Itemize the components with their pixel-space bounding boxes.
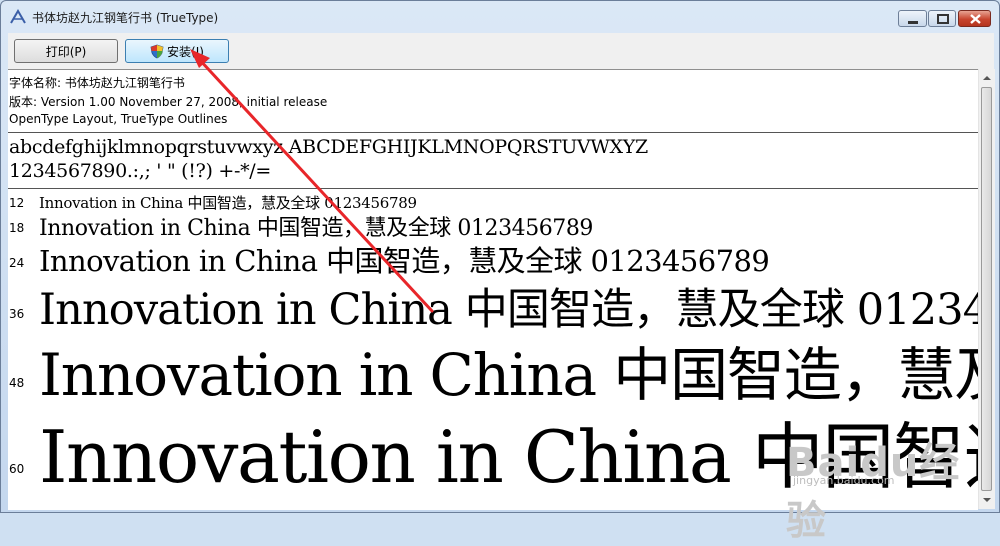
install-button-label: 安装(I) [167,44,204,59]
sample-size-label: 18 [9,221,25,235]
title-bar[interactable]: 书体坊赵九江钢笔行书 (TrueType) [1,1,999,33]
font-viewer-icon [10,9,26,24]
maximize-button[interactable] [928,10,956,27]
window-title: 书体坊赵九江钢笔行书 (TrueType) [32,11,219,25]
watermark-url: jingyan.baidu.com [793,474,895,487]
font-version-line: 版本: Version 1.00 November 27, 2008, init… [9,95,328,109]
divider [8,188,978,189]
sample-text: Innovation in China 中国智造，慧及全球 0123456789 [39,244,770,278]
font-name-line: 字体名称: 书体坊赵九江钢笔行书 [9,76,185,90]
minimize-icon [908,21,918,24]
scroll-up-icon[interactable] [980,71,994,85]
charset-symbols: 1234567890.:,; ' " (!?) +-*/= [9,160,271,182]
font-type-line: OpenType Layout, TrueType Outlines [9,112,228,126]
watermark-text: Baidu经验 [786,440,961,544]
sample-size-label: 60 [9,462,25,476]
sample-size-label: 12 [9,196,25,210]
close-button[interactable] [958,10,991,27]
toolbar: 打印(P) 安装(I) [8,33,994,69]
sample-size-label: 48 [9,376,25,390]
install-button[interactable]: 安装(I) [125,39,229,63]
print-button[interactable]: 打印(P) [14,39,118,63]
divider [8,132,978,133]
minimize-button[interactable] [898,10,927,27]
sample-size-label: 36 [9,307,25,321]
charset-letters: abcdefghijklmnopqrstuvwxyz ABCDEFGHIJKLM… [9,136,648,158]
close-icon [970,14,981,24]
sample-size-label: 24 [9,256,25,270]
uac-shield-icon [150,44,164,58]
maximize-icon [937,14,949,24]
